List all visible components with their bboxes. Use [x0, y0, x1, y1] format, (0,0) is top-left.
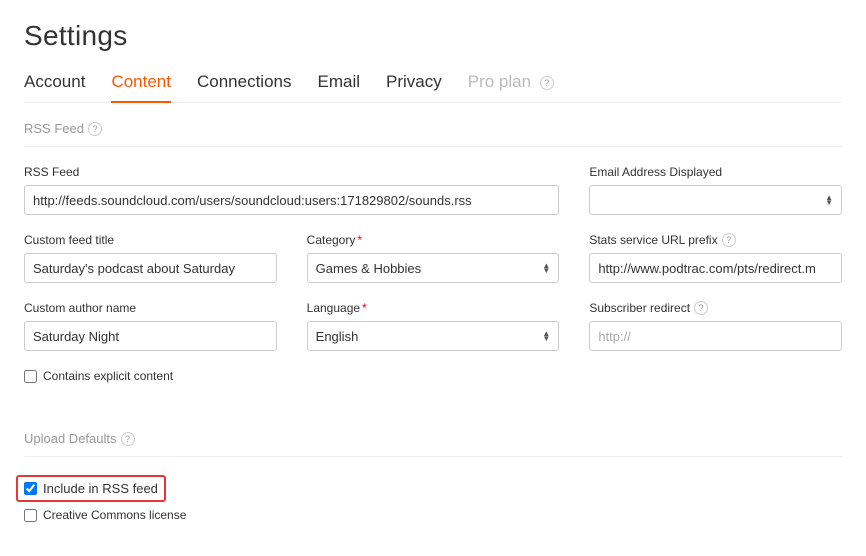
email-displayed-label: Email Address Displayed [589, 165, 842, 179]
field-email-displayed: Email Address Displayed ▲▼ [589, 165, 842, 215]
author-label: Custom author name [24, 301, 277, 315]
tab-privacy[interactable]: Privacy [386, 72, 442, 102]
cc-license-row: Creative Commons license [24, 508, 842, 522]
section-rss-feed: RSS Feed ? [24, 121, 842, 147]
language-label: Language* [307, 301, 560, 315]
rss-feed-label: RSS Feed [24, 165, 559, 179]
field-language: Language* English ▲▼ [307, 301, 560, 351]
email-displayed-select[interactable]: ▲▼ [589, 185, 842, 215]
help-icon[interactable]: ? [540, 76, 554, 90]
upload-defaults-label: Upload Defaults [24, 431, 117, 446]
tab-connections[interactable]: Connections [197, 72, 292, 102]
include-rss-label: Include in RSS feed [43, 481, 158, 496]
stats-url-label: Stats service URL prefix ? [589, 233, 842, 247]
field-author: Custom author name [24, 301, 277, 351]
subscriber-redirect-input[interactable] [589, 321, 842, 351]
rss-feed-input[interactable] [24, 185, 559, 215]
rss-fields: RSS Feed Email Address Displayed ▲▼ Cust… [24, 165, 842, 391]
tab-email[interactable]: Email [318, 72, 361, 102]
tab-pro-label: Pro plan [468, 72, 531, 91]
category-select[interactable]: Games & Hobbies ▲▼ [307, 253, 560, 283]
field-custom-title: Custom feed title [24, 233, 277, 283]
help-icon[interactable]: ? [88, 122, 102, 136]
include-rss-checkbox[interactable] [24, 482, 37, 495]
language-value: English [316, 329, 359, 344]
subscriber-redirect-label: Subscriber redirect ? [589, 301, 842, 315]
help-icon[interactable]: ? [121, 432, 135, 446]
tab-account[interactable]: Account [24, 72, 85, 102]
category-value: Games & Hobbies [316, 261, 422, 276]
field-stats-url: Stats service URL prefix ? [589, 233, 842, 283]
include-rss-highlight: Include in RSS feed [16, 475, 166, 502]
section-upload-defaults: Upload Defaults ? [24, 431, 842, 457]
tab-pro-plan[interactable]: Pro plan ? [468, 72, 554, 102]
stats-url-input[interactable] [589, 253, 842, 283]
settings-tabs: Account Content Connections Email Privac… [24, 72, 842, 103]
explicit-checkbox[interactable] [24, 370, 37, 383]
cc-license-label: Creative Commons license [43, 508, 186, 522]
field-subscriber-redirect: Subscriber redirect ? [589, 301, 842, 351]
page-title: Settings [24, 20, 842, 52]
upload-defaults-fields: Include in RSS feed Creative Commons lic… [24, 475, 842, 522]
explicit-label: Contains explicit content [43, 369, 173, 383]
language-select[interactable]: English ▲▼ [307, 321, 560, 351]
chevron-updown-icon: ▲▼ [825, 195, 833, 205]
section-rss-label: RSS Feed [24, 121, 84, 136]
custom-title-label: Custom feed title [24, 233, 277, 247]
required-mark: * [362, 301, 367, 315]
explicit-row: Contains explicit content [24, 369, 842, 383]
custom-title-input[interactable] [24, 253, 277, 283]
required-mark: * [357, 233, 362, 247]
category-label: Category* [307, 233, 560, 247]
cc-license-checkbox[interactable] [24, 509, 37, 522]
field-category: Category* Games & Hobbies ▲▼ [307, 233, 560, 283]
tab-content[interactable]: Content [111, 72, 171, 102]
author-input[interactable] [24, 321, 277, 351]
field-rss-feed: RSS Feed [24, 165, 559, 215]
help-icon[interactable]: ? [694, 301, 708, 315]
help-icon[interactable]: ? [722, 233, 736, 247]
chevron-updown-icon: ▲▼ [542, 331, 550, 341]
chevron-updown-icon: ▲▼ [542, 263, 550, 273]
